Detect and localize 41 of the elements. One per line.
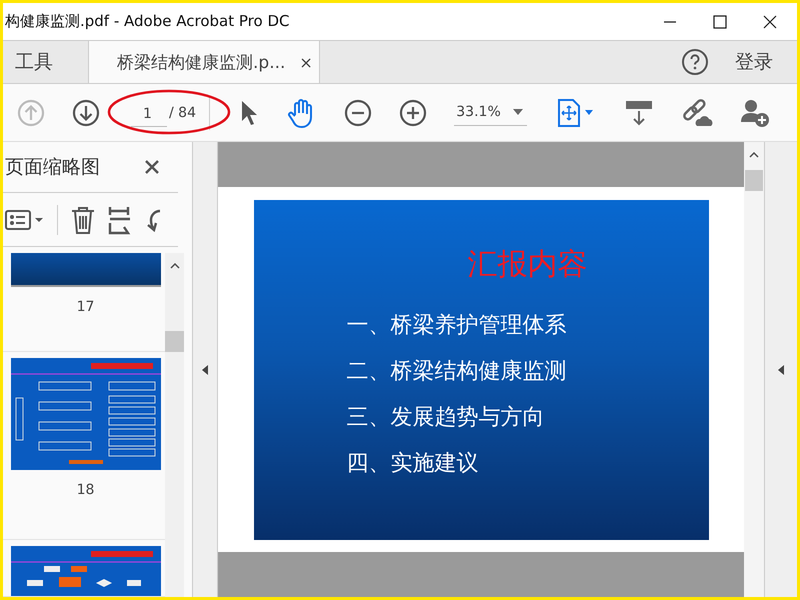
scroll-up-icon[interactable]	[170, 263, 180, 269]
extract-page-icon[interactable]	[108, 204, 132, 234]
caret-icon[interactable]	[513, 108, 523, 114]
scrollbar[interactable]	[744, 142, 764, 597]
document-tab[interactable]: 桥梁结构健康监测.p... ×	[88, 41, 320, 83]
zoom-dropdown[interactable]: 33.1%	[454, 100, 527, 126]
tab-close-button[interactable]: ×	[299, 52, 313, 72]
scrollbar[interactable]	[165, 253, 184, 597]
page-number-label: 17	[76, 299, 94, 315]
slide-list-item: 四、实施建议	[346, 450, 478, 478]
sign-in-button[interactable]: 登录	[727, 41, 797, 83]
pane-title: 页面缩略图	[5, 155, 100, 180]
page-number-label: 18	[76, 482, 94, 498]
page-thumbnail[interactable]	[10, 358, 160, 470]
page-number-field[interactable]: 1	[131, 104, 167, 127]
slide-list-item: 一、桥梁养护管理体系	[346, 312, 566, 340]
close-icon[interactable]	[144, 159, 160, 175]
trash-icon[interactable]	[70, 204, 96, 234]
options-icon[interactable]	[5, 208, 45, 230]
scrollbar-thumb[interactable]	[745, 170, 763, 191]
link-cloud-icon[interactable]	[681, 98, 713, 128]
page-count: / 84	[169, 104, 196, 120]
scroll-up-icon[interactable]	[749, 152, 759, 158]
page-thumbnail[interactable]	[10, 253, 160, 287]
expand-right-pane-icon[interactable]	[778, 364, 784, 374]
add-user-icon[interactable]	[740, 98, 770, 128]
help-icon[interactable]	[681, 48, 709, 76]
slide-title: 汇报内容	[468, 246, 588, 284]
close-icon[interactable]	[763, 14, 777, 28]
collapse-left-icon[interactable]	[202, 364, 208, 374]
page-thumbnail[interactable]	[10, 546, 160, 596]
slide-list-item: 二、桥梁结构健康监测	[346, 358, 566, 386]
scrollbar-thumb[interactable]	[165, 331, 184, 352]
zoom-out-icon[interactable]	[344, 98, 372, 126]
slide-list-item: 三、发展趋势与方向	[346, 404, 544, 432]
tab-label: 桥梁结构健康监测.p...	[117, 52, 286, 74]
keyboard-download-icon[interactable]	[624, 98, 654, 126]
zoom-in-icon[interactable]	[399, 98, 428, 126]
window-title: 构健康监测.pdf - Adobe Acrobat Pro DC	[4, 12, 290, 31]
maximize-icon[interactable]	[713, 14, 727, 28]
next-page-icon[interactable]	[72, 98, 100, 126]
